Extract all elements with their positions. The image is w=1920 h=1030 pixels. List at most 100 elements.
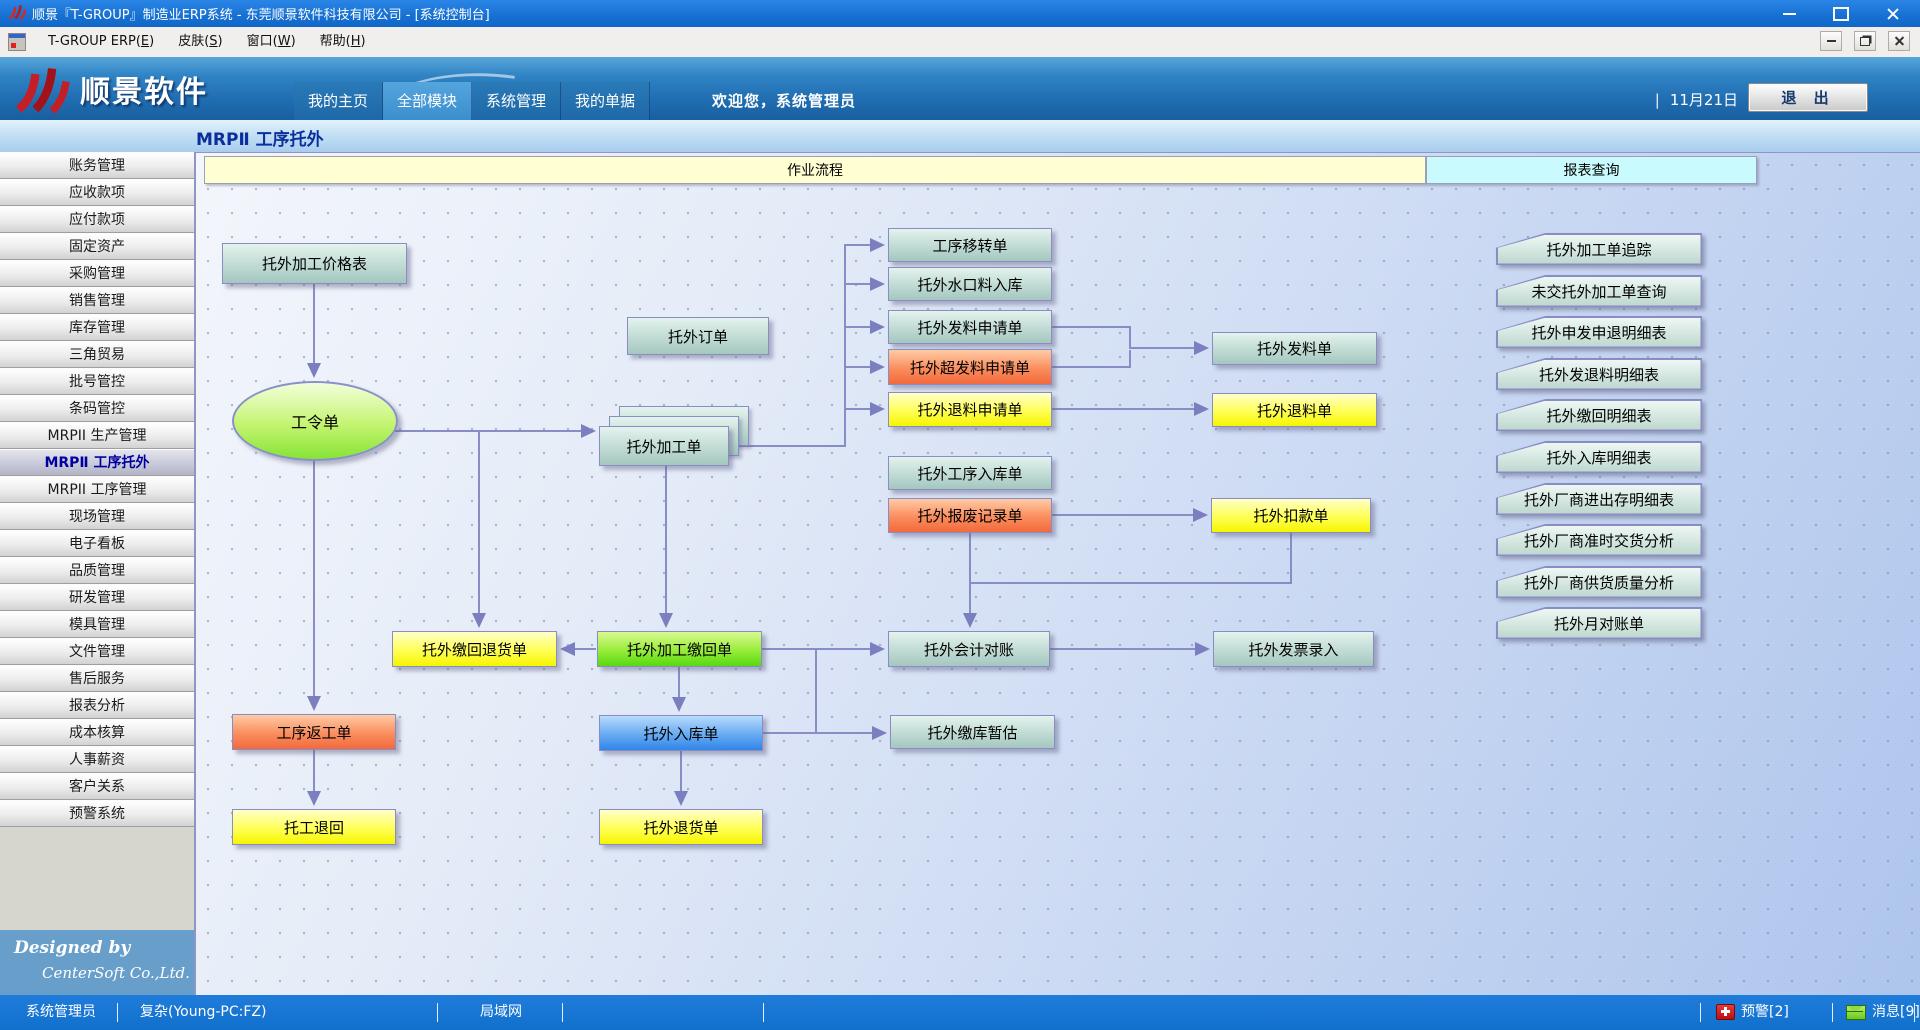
flow-node-invoice-entry[interactable]: 托外发票录入 [1213, 631, 1374, 667]
flow-node-return-goods-note[interactable]: 托外退货单 [599, 809, 763, 845]
report-button-5[interactable]: 托外入库明细表 [1496, 441, 1702, 473]
sidebar-item-2[interactable]: 应付款项 [0, 206, 194, 233]
sidebar-item-4[interactable]: 采购管理 [0, 260, 194, 287]
sidebar-item-9[interactable]: 条码管控 [0, 395, 194, 422]
flow-node-material-return-request[interactable]: 托外退料申请单 [888, 392, 1052, 427]
flow-node-process-rework-note[interactable]: 工序返工单 [232, 714, 396, 750]
tab-2[interactable]: 系统管理 [472, 82, 561, 120]
tab-0[interactable]: 我的主页 [294, 82, 383, 120]
sidebar-item-7[interactable]: 三角贸易 [0, 341, 194, 368]
sidebar-item-5[interactable]: 销售管理 [0, 287, 194, 314]
message-icon [1846, 1005, 1866, 1020]
menu-item-0[interactable]: T-GROUP ERP(E) [36, 27, 166, 57]
sidebar-item-18[interactable]: 文件管理 [0, 638, 194, 665]
sidebar-item-0[interactable]: 账务管理 [0, 152, 194, 179]
report-button-7[interactable]: 托外厂商准时交货分析 [1496, 524, 1702, 556]
sidebar-item-1[interactable]: 应收款项 [0, 179, 194, 206]
report-button-border-4: 托外缴回明细表 [1496, 399, 1702, 431]
report-button-border-0: 托外加工单追踪 [1496, 233, 1702, 265]
menu-item-1[interactable]: 皮肤(S) [166, 27, 234, 57]
menu-item-3[interactable]: 帮助(H) [308, 27, 378, 57]
report-button-border-9: 托外月对账单 [1496, 607, 1702, 639]
flow-node-process-delivery-note[interactable]: 托外加工缴回单 [597, 631, 762, 667]
sidebar-item-11[interactable]: MRPⅡ 工序托外 [0, 449, 194, 476]
sidebar-item-20[interactable]: 报表分析 [0, 692, 194, 719]
status-network: 局域网 [480, 995, 522, 1030]
report-button-4[interactable]: 托外缴回明细表 [1496, 399, 1702, 431]
window-title: 顺景『T-GROUP』制造业ERP系统 - 东莞顺景软件科技有限公司 - [系统… [32, 4, 490, 23]
sidebar-item-13[interactable]: 现场管理 [0, 503, 194, 530]
report-button-1[interactable]: 未交托外加工单查询 [1496, 275, 1702, 307]
sidebar-item-10[interactable]: MRPII 生产管理 [0, 422, 194, 449]
flow-node-material-issue-request[interactable]: 托外发料申请单 [888, 310, 1052, 344]
maximize-button[interactable] [1828, 4, 1854, 24]
flow-node-deduction-note[interactable]: 托外扣款单 [1211, 498, 1371, 533]
report-button-label-4: 托外缴回明细表 [1498, 401, 1701, 430]
report-button-border-2: 托外申发申退明细表 [1496, 316, 1702, 348]
report-button-label-3: 托外发退料明细表 [1498, 360, 1701, 389]
flow-node-outsourcing-order[interactable]: 托外订单 [627, 317, 769, 355]
mdi-close-button[interactable] [1888, 31, 1910, 51]
sidebar-item-16[interactable]: 研发管理 [0, 584, 194, 611]
flow-node-scrap-record-note[interactable]: 托外报废记录单 [888, 498, 1052, 533]
report-button-8[interactable]: 托外厂商供货质量分析 [1496, 566, 1702, 598]
status-machine: 复杂(Young-PC:FZ) [140, 995, 266, 1030]
report-button-label-5: 托外入库明细表 [1498, 443, 1701, 472]
flow-node-material-return-note[interactable]: 托外退料单 [1212, 393, 1377, 427]
flow-node-warehouse-estimate[interactable]: 托外缴库暂估 [890, 715, 1055, 749]
flow-node-outsourcing-work-return[interactable]: 托工退回 [232, 809, 396, 845]
report-button-label-0: 托外加工单追踪 [1498, 235, 1701, 264]
sidebar-item-22[interactable]: 人事薪资 [0, 746, 194, 773]
report-button-label-6: 托外厂商进出存明细表 [1498, 485, 1701, 514]
tab-1[interactable]: 全部模块 [383, 82, 472, 120]
report-button-2[interactable]: 托外申发申退明细表 [1496, 316, 1702, 348]
sidebar-item-19[interactable]: 售后服务 [0, 665, 194, 692]
mdi-restore-button[interactable] [1854, 31, 1876, 51]
flow-node-delivery-return-note[interactable]: 托外缴回退货单 [392, 631, 557, 667]
status-separator [437, 1003, 438, 1022]
mdi-minimize-button[interactable] [1820, 31, 1842, 51]
exit-button[interactable]: 退 出 [1748, 83, 1868, 112]
flow-edge-10 [1052, 350, 1130, 367]
menu-item-2[interactable]: 窗口(W) [235, 27, 308, 57]
messages-status[interactable]: 消息[9] [1846, 995, 1920, 1030]
current-date: 11月21日 [1670, 89, 1738, 110]
flow-node-process-warehouse-in-note[interactable]: 托外工序入库单 [888, 456, 1052, 490]
sidebar-item-21[interactable]: 成本核算 [0, 719, 194, 746]
sidebar-item-17[interactable]: 模具管理 [0, 611, 194, 638]
report-button-9[interactable]: 托外月对账单 [1496, 607, 1702, 639]
flow-node-outsourcing-price-list[interactable]: 托外加工价格表 [222, 243, 407, 284]
statusbar: 系统管理员 复杂(Young-PC:FZ) 局域网 预警[2] 消息[9] [0, 995, 1920, 1030]
banner-tabs: 我的主页全部模块系统管理我的单据 [294, 82, 650, 120]
company-text: CenterSoft Co.,Ltd. [42, 964, 190, 982]
minimize-button[interactable] [1776, 4, 1802, 24]
flow-node-warehouse-in-note[interactable]: 托外入库单 [599, 715, 763, 751]
status-separator [117, 1003, 118, 1022]
status-separator [1832, 1003, 1833, 1022]
report-button-border-3: 托外发退料明细表 [1496, 358, 1702, 390]
sidebar-item-12[interactable]: MRPII 工序管理 [0, 476, 194, 503]
flow-node-sprue-material-warehouse-in[interactable]: 托外水口料入库 [888, 267, 1052, 301]
tab-3[interactable]: 我的单据 [561, 82, 650, 120]
mdi-child-icon [8, 33, 26, 51]
report-button-6[interactable]: 托外厂商进出存明细表 [1496, 483, 1702, 515]
flow-node-process-transfer-order[interactable]: 工序移转单 [888, 228, 1052, 262]
flow-node-outsourcing-process-order[interactable]: 托外加工单 [599, 426, 729, 466]
sidebar-item-23[interactable]: 客户关系 [0, 773, 194, 800]
report-button-border-7: 托外厂商准时交货分析 [1496, 524, 1702, 556]
report-button-0[interactable]: 托外加工单追踪 [1496, 233, 1702, 265]
sidebar-item-24[interactable]: 预警系统 [0, 800, 194, 827]
close-button[interactable] [1880, 4, 1906, 24]
flow-node-material-issue-note[interactable]: 托外发料单 [1212, 332, 1377, 365]
alerts-status[interactable]: 预警[2] [1716, 995, 1789, 1030]
sidebar-item-8[interactable]: 批号管控 [0, 368, 194, 395]
flow-node-work-order[interactable]: 工令单 [232, 381, 398, 461]
report-button-3[interactable]: 托外发退料明细表 [1496, 358, 1702, 390]
flow-node-over-issue-request[interactable]: 托外超发料申请单 [888, 349, 1052, 385]
sidebar-item-6[interactable]: 库存管理 [0, 314, 194, 341]
sidebar-item-15[interactable]: 品质管理 [0, 557, 194, 584]
page-title-bar: MRPⅡ 工序托外 [0, 120, 1920, 153]
sidebar-item-14[interactable]: 电子看板 [0, 530, 194, 557]
flow-node-accounting-reconciliation[interactable]: 托外会计对账 [888, 631, 1050, 667]
sidebar-item-3[interactable]: 固定资产 [0, 233, 194, 260]
